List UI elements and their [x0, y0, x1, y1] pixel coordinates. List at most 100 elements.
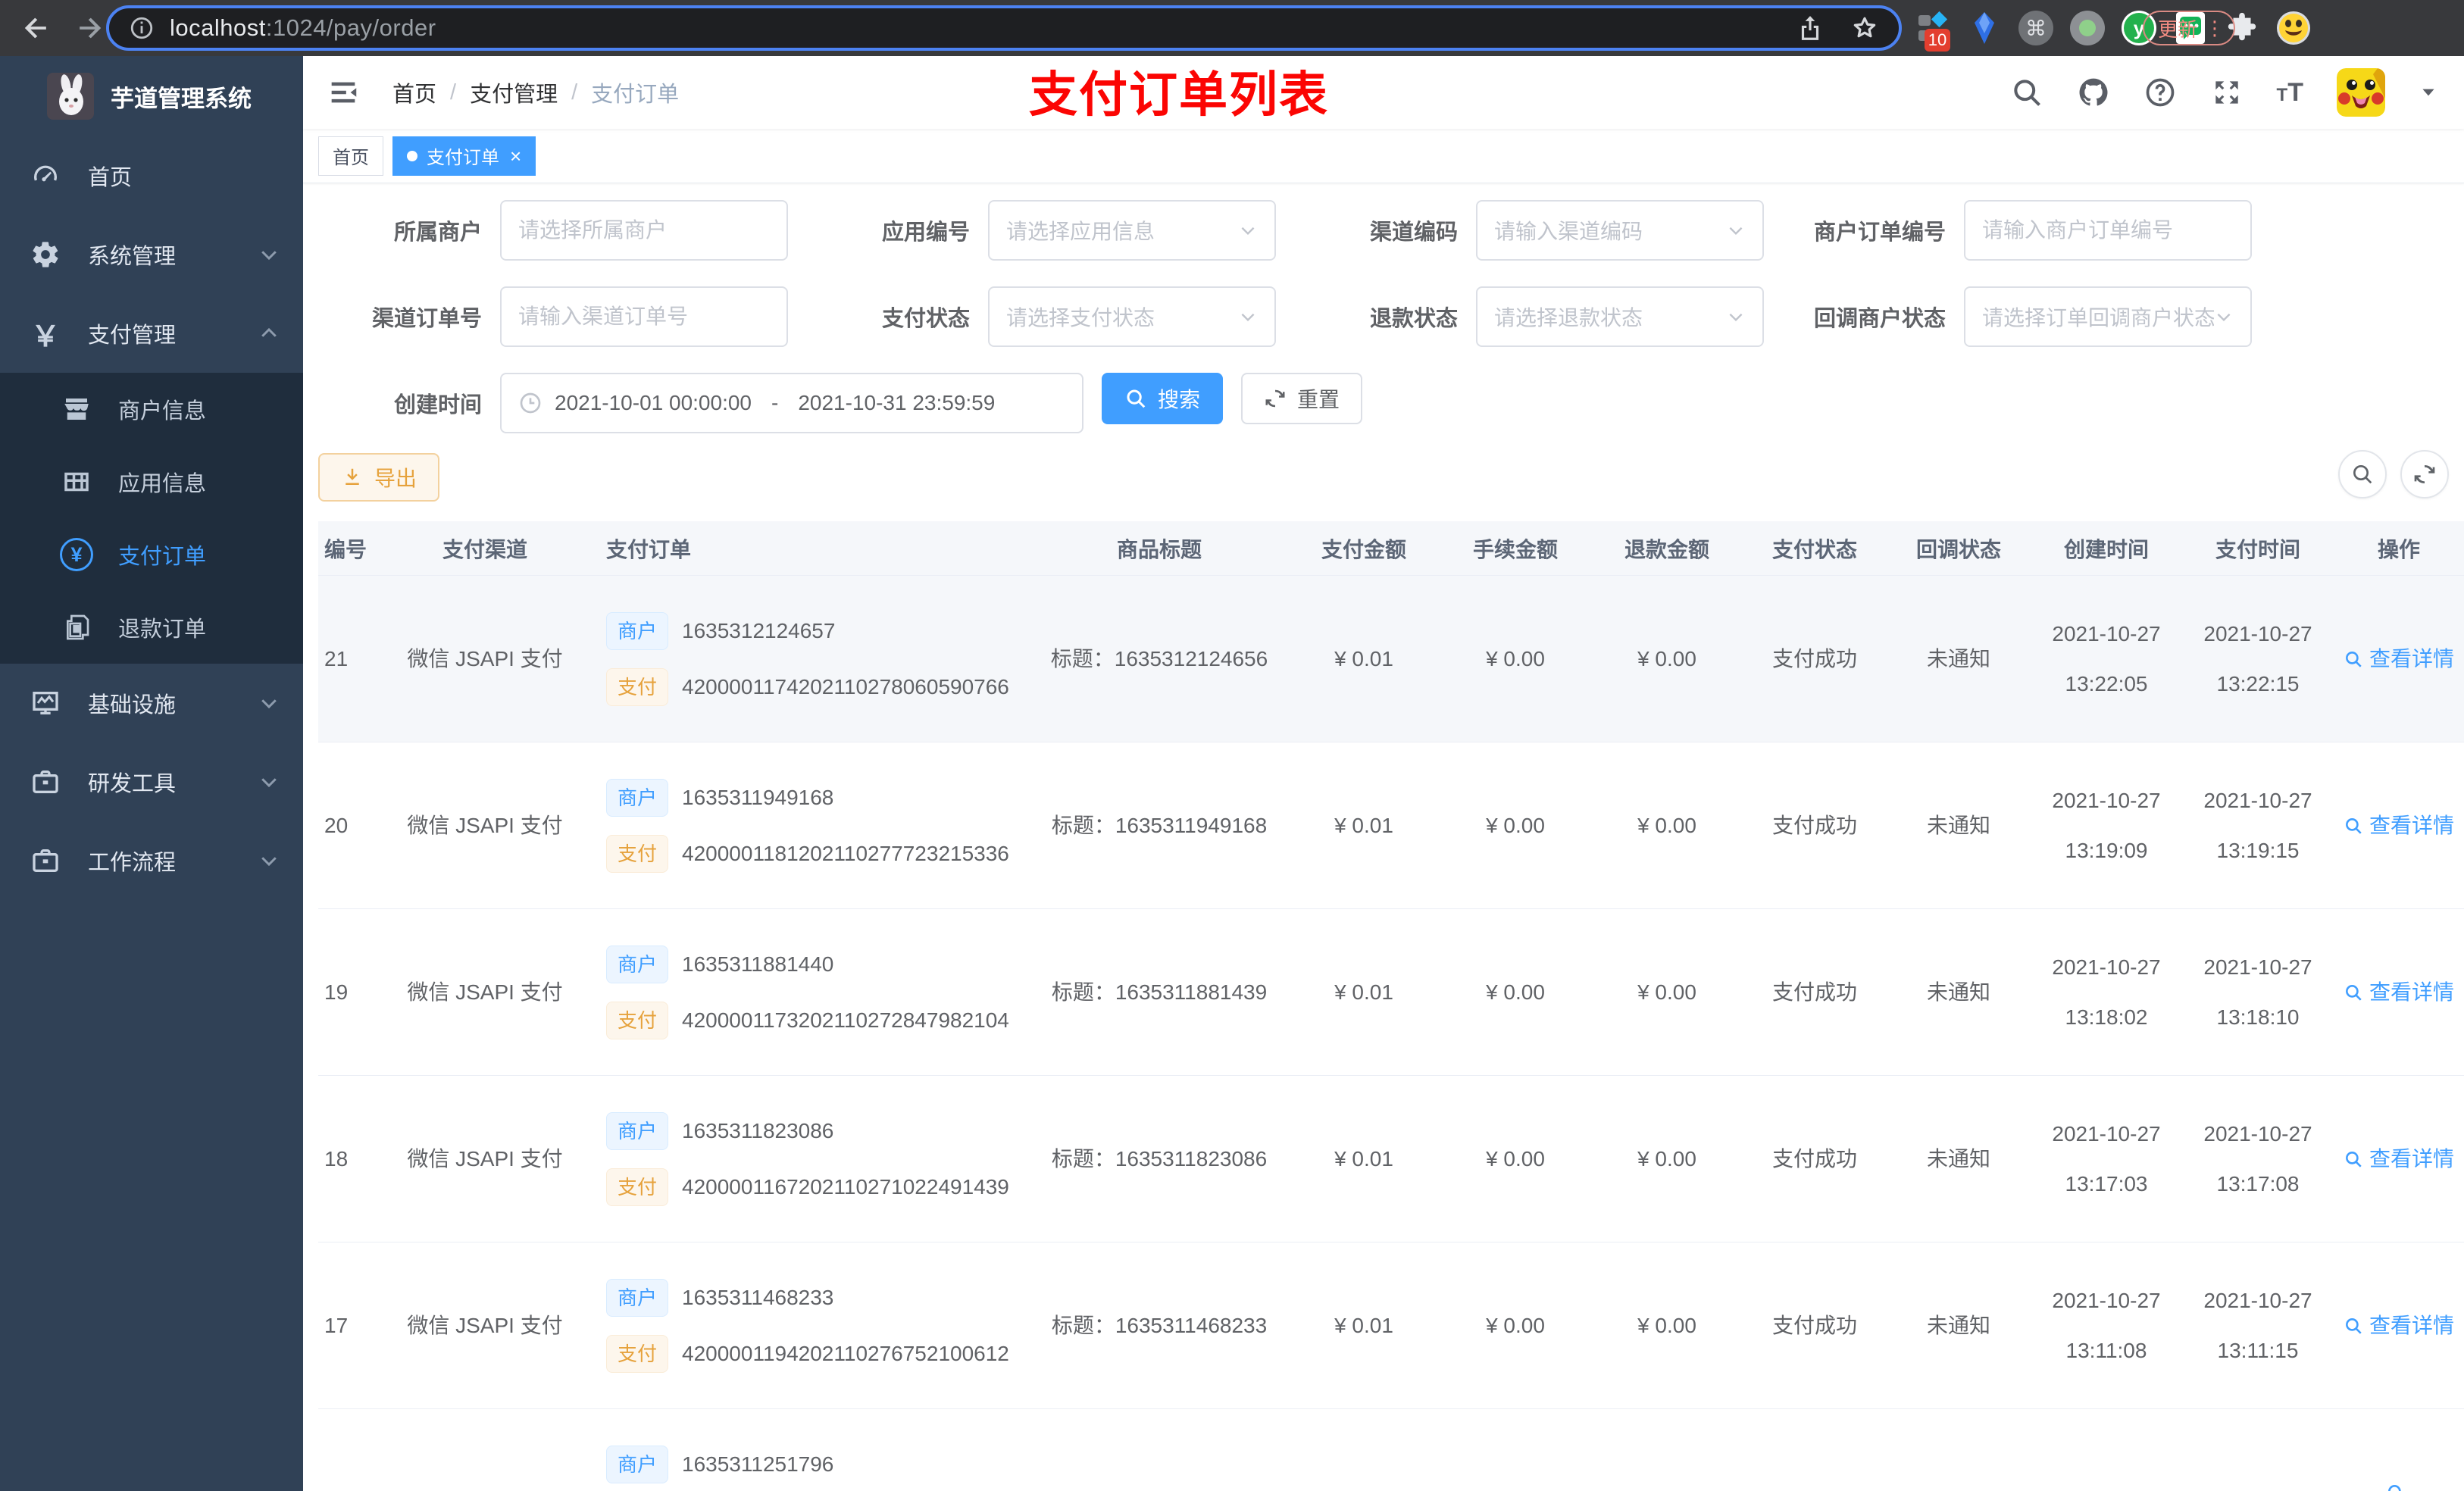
pay-tag: 支付: [606, 1334, 669, 1373]
github-icon[interactable]: [2077, 76, 2110, 109]
cell-refund: ¥ 0.00: [1637, 1313, 1696, 1337]
field-label: 回调商户状态: [1813, 307, 1946, 331]
browser-forward-icon[interactable]: [73, 11, 106, 45]
cell-status: 支付成功: [1771, 1313, 1857, 1337]
merchant-order-line: 商户 1635311949168: [606, 778, 833, 817]
cell-created-time: 2021-10-27 13:22:05: [2031, 617, 2182, 701]
sidebar-item-home[interactable]: 首页: [0, 136, 303, 215]
merchant-input-field[interactable]: [518, 218, 770, 242]
sidebar-item-label: 基础设施: [88, 693, 177, 717]
reset-button[interactable]: 重置: [1241, 373, 1363, 424]
channel-order-no-field[interactable]: [518, 305, 770, 329]
search-button[interactable]: 搜索: [1102, 373, 1224, 424]
extension-command-icon[interactable]: ⌘: [2018, 11, 2053, 45]
browser-menu-icon[interactable]: ⋮: [2205, 17, 2225, 39]
view-detail-link[interactable]: 查看详情: [2344, 642, 2454, 676]
avatar[interactable]: [2337, 68, 2385, 117]
table-row[interactable]: 商户 1635311251796 支付: [318, 1409, 2464, 1491]
site-info-icon[interactable]: [129, 15, 155, 41]
cell-channel: 微信 JSAPI 支付: [407, 813, 563, 837]
view-detail-link[interactable]: 查看详情: [2344, 1309, 2454, 1343]
annotation-title: 支付订单列表: [1029, 67, 1329, 122]
cell-notify-status: 未通知: [1926, 1313, 1990, 1337]
view-detail-link[interactable]: [2386, 1483, 2412, 1491]
table-row[interactable]: 20 微信 JSAPI 支付 商户 1635311949168 支付 42000…: [318, 742, 2464, 909]
view-detail-link[interactable]: 查看详情: [2344, 976, 2454, 1009]
search-icon: [1127, 389, 1146, 408]
sidebar-item-devtools[interactable]: 研发工具: [0, 742, 303, 821]
view-detail-label: 查看详情: [2369, 1313, 2454, 1337]
search-icon[interactable]: [2010, 76, 2043, 109]
sidebar-item-pay[interactable]: ￥ 支付管理: [0, 294, 303, 373]
cell-pay-order: 商户 1635311881440 支付 42000011732021102728…: [583, 945, 1030, 1039]
address-bar[interactable]: localhost:1024/pay/order: [106, 5, 1902, 51]
extension-badge: 10: [1925, 29, 1950, 52]
tab-pay-order[interactable]: 支付订单 ×: [392, 136, 536, 176]
cell-fee: ¥ 0.00: [1486, 980, 1545, 1004]
sidebar-item-app-info[interactable]: 应用信息: [0, 445, 303, 518]
table-refresh-button[interactable]: [2400, 450, 2449, 499]
created-time: 13:11:08: [2065, 1338, 2147, 1362]
table-row[interactable]: 21 微信 JSAPI 支付 商户 1635312124657 支付 42000…: [318, 576, 2464, 742]
filter-form: 所属商户 应用编号 请选择应用信息 渠道编码 请输入渠道编码: [303, 183, 2464, 433]
table-row[interactable]: 19 微信 JSAPI 支付 商户 1635311881440 支付 42000…: [318, 909, 2464, 1076]
table-row[interactable]: 17 微信 JSAPI 支付 商户 1635311468233 支付 42000…: [318, 1242, 2464, 1409]
pay-status-select[interactable]: 请选择支付状态: [988, 286, 1276, 347]
extension-gem-icon[interactable]: [1967, 11, 2002, 45]
sidebar-logo[interactable]: 芋道管理系统: [0, 56, 303, 136]
sidebar-item-infra[interactable]: 基础设施: [0, 664, 303, 742]
fullscreen-icon[interactable]: [2210, 76, 2244, 109]
table-search-button[interactable]: [2338, 450, 2387, 499]
share-icon[interactable]: [1796, 14, 1825, 42]
export-button[interactable]: 导出: [318, 453, 440, 502]
avatar-caret-icon[interactable]: [2419, 83, 2438, 102]
extension-emoji-icon[interactable]: [2276, 11, 2311, 45]
browser-back-icon[interactable]: [20, 11, 53, 45]
view-detail-link[interactable]: 查看详情: [2344, 1142, 2454, 1176]
cell-actions: 查看详情: [2334, 809, 2464, 842]
cell-amount: ¥ 0.01: [1334, 813, 1393, 837]
breadcrumb-home[interactable]: 首页: [392, 77, 436, 108]
create-time-range-picker[interactable]: 2021-10-01 00:00:00 - 2021-10-31 23:59:5…: [500, 373, 1083, 433]
sidebar-item-merchant-info[interactable]: 商户信息: [0, 373, 303, 445]
merchant-order-no-input[interactable]: [1964, 200, 2252, 261]
cell-created-time: 2021-10-27 13:18:02: [2031, 951, 2182, 1034]
extension-row: 10 ⌘ y: [1915, 0, 2311, 56]
breadcrumb-section[interactable]: 支付管理: [470, 77, 558, 108]
sidebar-item-label: 支付订单: [118, 545, 207, 569]
refresh-icon: [1265, 389, 1285, 408]
browser-update-button[interactable]: 更新 ⋮: [2143, 11, 2236, 45]
chevron-down-icon: [1241, 227, 1255, 236]
sidebar-item-system[interactable]: 系统管理: [0, 215, 303, 294]
chevron-down-icon: [1241, 313, 1255, 322]
cell-title: 标题：1635311881439: [1051, 980, 1268, 1004]
created-date: 2021-10-27: [2052, 955, 2161, 979]
bookmark-star-icon[interactable]: [1850, 14, 1879, 42]
table-row[interactable]: 18 微信 JSAPI 支付 商户 1635311823086 支付 42000…: [318, 1076, 2464, 1242]
channel-code-select[interactable]: 请输入渠道编码: [1476, 200, 1764, 261]
tab-home[interactable]: 首页: [318, 136, 383, 176]
sidebar-item-pay-order[interactable]: ¥ 支付订单: [0, 518, 303, 591]
cell-pay-order: 商户 1635311251796 支付: [583, 1445, 1030, 1491]
sidebar-item-workflow[interactable]: 工作流程: [0, 821, 303, 900]
channel-order-no-input[interactable]: [500, 286, 788, 347]
column-header: 支付状态: [1771, 537, 1857, 561]
cell-id: 17: [324, 1313, 349, 1337]
extension-tabs-icon[interactable]: 10: [1915, 11, 1950, 52]
merchant-input[interactable]: [500, 200, 788, 261]
font-size-icon[interactable]: TT: [2277, 78, 2303, 108]
close-icon[interactable]: ×: [510, 146, 521, 166]
monitor-chart-icon: [29, 686, 62, 720]
sidebar-collapse-icon[interactable]: [326, 75, 361, 110]
cell-paid-time: 2021-10-27 13:19:15: [2182, 784, 2334, 867]
help-icon[interactable]: [2143, 76, 2177, 109]
view-detail-link[interactable]: 查看详情: [2344, 809, 2454, 842]
extension-recorder-icon[interactable]: [2070, 11, 2105, 45]
merchant-order-line: 商户 1635311881440: [606, 945, 833, 983]
column-header: 支付订单: [606, 537, 692, 561]
sidebar-item-refund-order[interactable]: 退款订单: [0, 591, 303, 664]
callback-status-select[interactable]: 请选择订单回调商户状态: [1964, 286, 2252, 347]
refund-status-select[interactable]: 请选择退款状态: [1476, 286, 1764, 347]
app-select[interactable]: 请选择应用信息: [988, 200, 1276, 261]
merchant-order-no-field[interactable]: [1982, 218, 2234, 242]
